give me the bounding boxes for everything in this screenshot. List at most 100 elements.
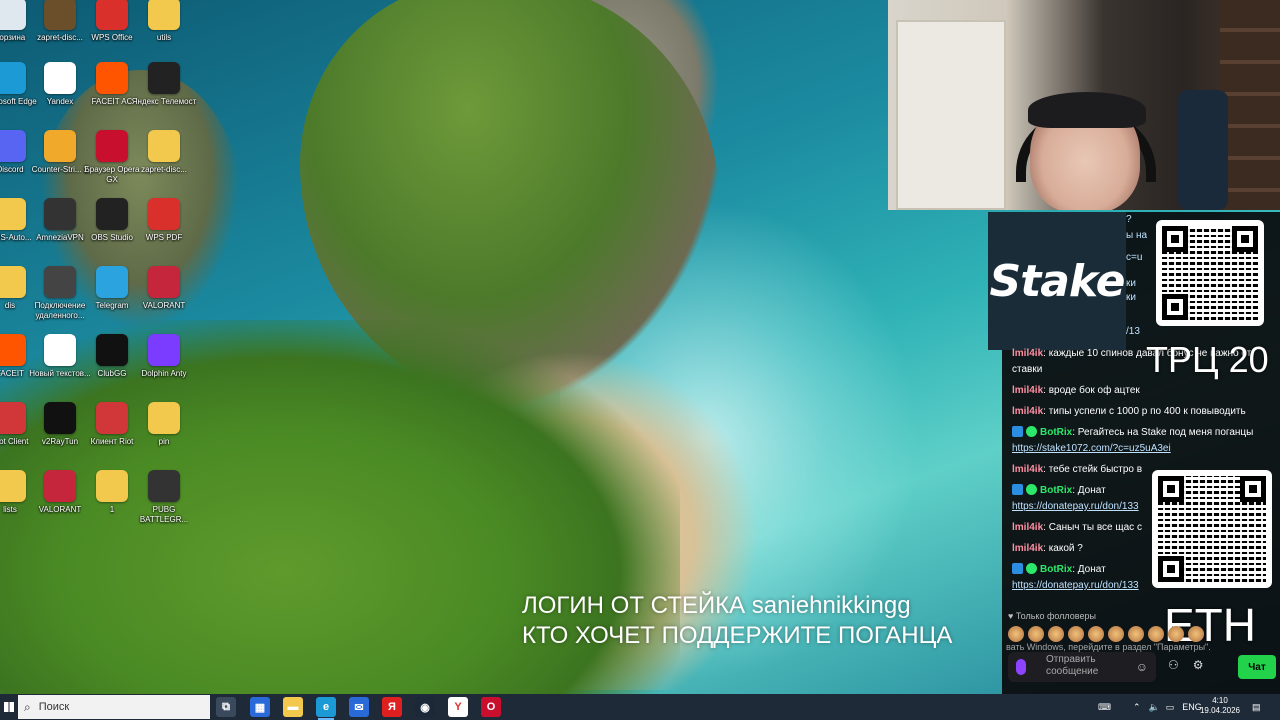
verified-badge-icon — [1026, 563, 1037, 574]
app-icon — [96, 130, 128, 162]
app-icon — [148, 266, 180, 298]
app-icon — [148, 0, 180, 30]
app-icon — [0, 334, 26, 366]
app-icon — [44, 470, 76, 502]
app-icon — [148, 334, 180, 366]
webcam-feed — [888, 0, 1280, 210]
desktop-icon[interactable]: WPS PDF — [130, 198, 198, 243]
activate-windows-watermark: вать Windows, перейдите в раздел "Параме… — [1006, 642, 1211, 652]
chat-input-placeholder: Отправить сообщение — [1046, 654, 1099, 677]
volume-icon[interactable]: 🔈 — [1149, 702, 1160, 713]
taskbar-search[interactable]: ⌕ Поиск — [18, 695, 210, 719]
app-icon — [44, 334, 76, 366]
app-icon — [44, 130, 76, 162]
start-button[interactable] — [0, 694, 18, 720]
app-icon — [0, 402, 26, 434]
taskbar-app-mail[interactable]: ✉ — [349, 697, 369, 717]
taskbar-app-opera-gx[interactable]: O — [481, 697, 501, 717]
chat-username[interactable]: BotRix — [1040, 427, 1072, 438]
app-icon — [148, 402, 180, 434]
clock-time: 4:10 — [1212, 696, 1228, 705]
chat-text: : вроде бок оф ацтек — [1043, 385, 1140, 396]
desktop-icon[interactable]: VALORANT — [130, 266, 198, 311]
chat-username[interactable]: lmil4ik — [1012, 385, 1043, 396]
app-icon — [0, 62, 26, 94]
taskbar-app-store[interactable]: ▦ — [250, 697, 270, 717]
app-icon — [44, 0, 76, 30]
taskbar-app-task-view[interactable]: ⧉ — [216, 697, 236, 717]
app-icon — [0, 130, 26, 162]
search-placeholder: Поиск — [38, 701, 70, 713]
chat-link[interactable]: https://stake1072.com/?c=uz5uA3ei — [1012, 443, 1171, 454]
chat-username[interactable]: lmil4ik — [1012, 348, 1043, 359]
desktop-icon-label: Dolphin Anty — [141, 369, 187, 378]
taskbar-app-edge[interactable]: e — [316, 697, 336, 720]
overlay-login-text: ЛОГИН ОТ СТЕЙКА saniehnikkingg — [522, 592, 911, 619]
chat-text: : типы успели с 1000 р по 400 к повыводи… — [1043, 406, 1246, 417]
app-icon — [0, 198, 26, 230]
desktop-icon[interactable]: Dolphin Anty — [130, 334, 198, 379]
desktop-icon-label: Яндекс Телемост — [131, 97, 197, 106]
taskbar-app-explorer[interactable]: ▬ — [283, 697, 303, 717]
app-icon — [96, 0, 128, 30]
chat-message-link-line: https://donatepay.ru/don/133 — [1012, 578, 1280, 594]
chat-send-button[interactable]: Чат — [1238, 655, 1276, 679]
chat-text: : Донат — [1072, 485, 1106, 496]
chat-tools: ⚇ ⚙ — [1168, 658, 1204, 672]
chat-username[interactable]: BotRix — [1040, 485, 1072, 496]
chat-line-fragment: c=u — [1126, 252, 1143, 263]
desktop-icon[interactable]: PUBG BATTLEGR... — [130, 470, 198, 525]
chat-input[interactable]: Отправить сообщение ☺ — [1008, 652, 1156, 682]
chat-username[interactable]: lmil4ik — [1012, 464, 1043, 475]
desktop-icon[interactable]: Яндекс Телемост — [130, 62, 198, 107]
chat-text: : Регайтесь на Stake под меня поганцы — [1072, 427, 1254, 438]
chat-line-fragment: ки — [1126, 292, 1136, 303]
desktop-icon[interactable]: utils — [130, 0, 198, 43]
stake-logo-box: Stake — [988, 212, 1126, 350]
settings-icon[interactable]: ⚙ — [1193, 658, 1204, 672]
app-icon — [44, 62, 76, 94]
search-icon: ⌕ — [24, 699, 31, 714]
chat-message: lmil4ik: типы успели с 1000 р по 400 к п… — [1012, 404, 1280, 420]
users-icon[interactable]: ⚇ — [1168, 658, 1179, 672]
app-icon — [96, 62, 128, 94]
taskbar-app-yandex-browser[interactable]: Y — [448, 697, 468, 717]
chat-username[interactable]: BotRix — [1040, 564, 1072, 575]
system-tray: ⌨ ⌃ 🔈 ▭ ENG — [1098, 694, 1202, 720]
chat-username[interactable]: lmil4ik — [1012, 543, 1043, 554]
windows-icon — [4, 702, 14, 712]
app-icon — [96, 402, 128, 434]
taskbar-app-yandex[interactable]: Я — [382, 697, 402, 717]
verified-badge-icon — [1026, 426, 1037, 437]
app-icon — [148, 130, 180, 162]
chat-username[interactable]: lmil4ik — [1012, 522, 1043, 533]
chat-link[interactable]: https://donatepay.ru/don/133 — [1012, 501, 1139, 512]
taskbar-app-steam[interactable]: ◉ — [415, 697, 435, 717]
app-icon — [44, 402, 76, 434]
desktop-icon-label: pin — [158, 437, 170, 446]
chat-username[interactable]: lmil4ik — [1012, 406, 1043, 417]
bot-badge-icon — [1012, 563, 1023, 574]
chat-message: lmil4ik: тебе стейк быстро в — [1012, 462, 1280, 478]
desktop-icon[interactable]: pin — [130, 402, 198, 447]
mic-icon[interactable] — [1016, 659, 1026, 675]
app-icon — [96, 470, 128, 502]
chat-message: BotRix: Донат — [1012, 483, 1280, 499]
app-icon — [148, 470, 180, 502]
desktop-icon-label: PUBG BATTLEGR... — [139, 505, 189, 524]
chat-text: : какой ? — [1043, 543, 1083, 554]
qr-code-top — [1156, 220, 1264, 326]
notification-icon[interactable]: ▤ — [1252, 694, 1261, 720]
keyboard-icon[interactable]: ⌨ — [1098, 702, 1111, 713]
overlay-support-text: КТО ХОЧЕТ ПОДДЕРЖИТЕ ПОГАНЦА — [522, 622, 953, 649]
app-icon — [96, 266, 128, 298]
verified-badge-icon — [1026, 484, 1037, 495]
emoji-icon[interactable]: ☺ — [1136, 660, 1148, 674]
network-icon[interactable]: ▭ — [1166, 702, 1175, 713]
desktop-icon-label: WPS PDF — [145, 233, 183, 242]
chat-link[interactable]: https://donatepay.ru/don/133 — [1012, 580, 1139, 591]
desktop-icon[interactable]: zapret-disc... — [130, 130, 198, 175]
chevron-up-icon[interactable]: ⌃ — [1133, 702, 1141, 713]
chat-text: : Саныч ты все щас с — [1043, 522, 1142, 533]
taskbar-clock[interactable]: 4:10 19.04.2026 — [1196, 696, 1244, 716]
